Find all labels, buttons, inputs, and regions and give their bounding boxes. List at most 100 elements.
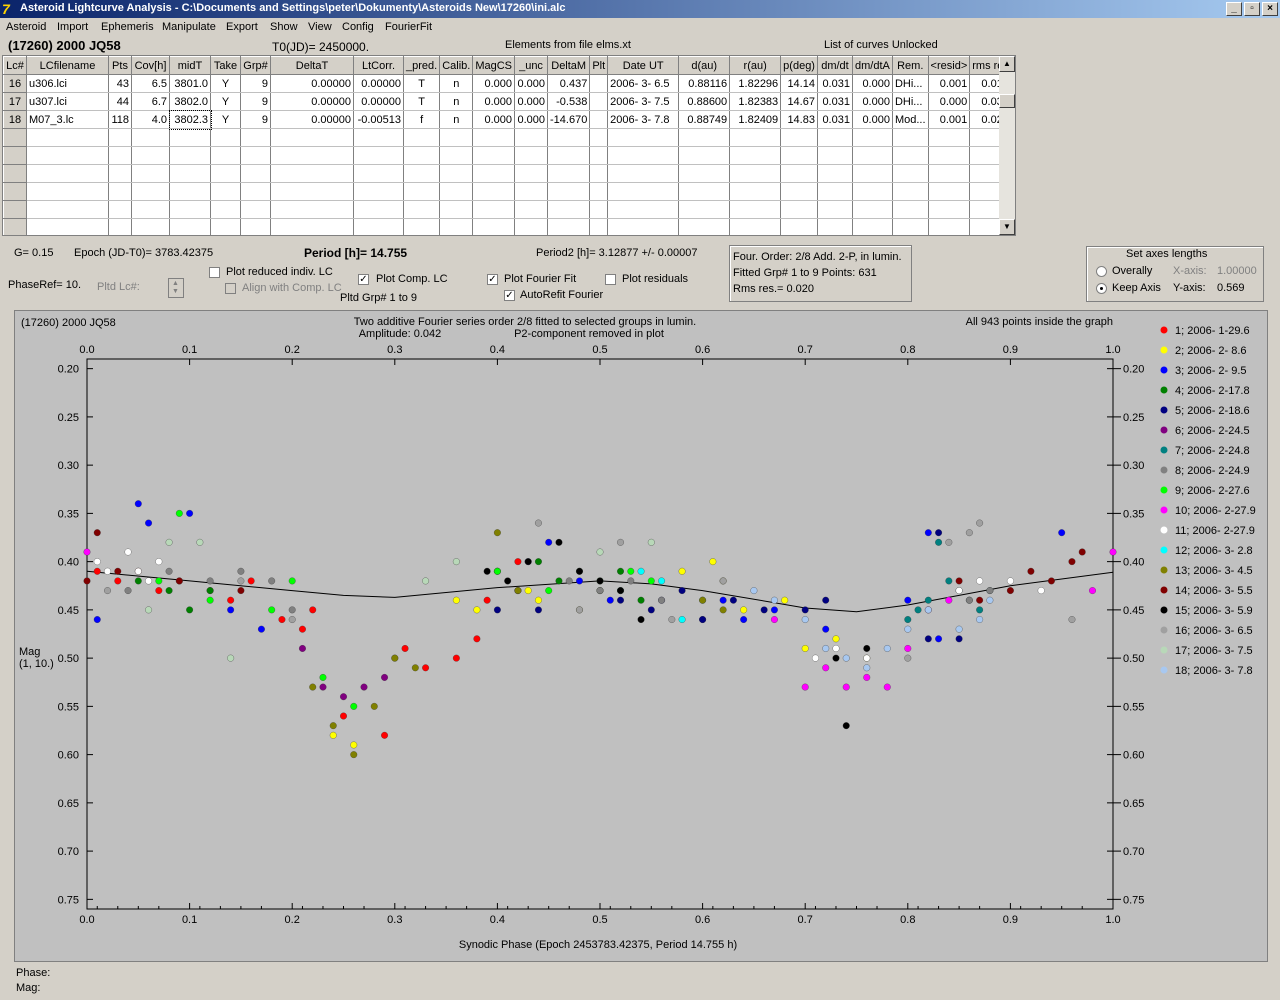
data-point[interactable] — [268, 577, 276, 585]
data-point[interactable] — [524, 587, 532, 595]
table-cell[interactable] — [403, 200, 441, 219]
table-cell[interactable] — [439, 146, 474, 165]
data-point[interactable] — [1068, 616, 1076, 623]
data-point[interactable] — [740, 606, 748, 614]
column-header[interactable]: Pts — [108, 56, 132, 75]
table-cell[interactable]: 0.00000 — [353, 92, 404, 111]
table-cell[interactable] — [353, 128, 404, 147]
data-point[interactable] — [965, 596, 973, 604]
data-point[interactable] — [288, 616, 296, 623]
table-cell[interactable]: 0.000 — [514, 74, 549, 93]
table-cell[interactable] — [26, 182, 109, 201]
data-point[interactable] — [483, 567, 491, 575]
table-cell[interactable]: 0.88116 — [678, 74, 731, 93]
column-header[interactable]: midT — [169, 56, 211, 75]
table-cell[interactable] — [678, 218, 731, 235]
table-cell[interactable]: 0.001 — [928, 110, 971, 129]
data-point[interactable] — [1068, 558, 1076, 566]
data-point[interactable] — [124, 587, 132, 595]
data-point[interactable] — [340, 693, 347, 701]
data-point[interactable] — [473, 606, 481, 614]
table-cell[interactable]: 0.88600 — [678, 92, 731, 111]
table-cell[interactable] — [472, 200, 516, 219]
data-point[interactable] — [935, 529, 943, 537]
table-cell[interactable] — [928, 182, 971, 201]
data-point[interactable] — [842, 722, 850, 730]
data-point[interactable] — [350, 702, 358, 710]
data-point[interactable] — [411, 664, 419, 672]
table-cell[interactable] — [108, 182, 132, 201]
table-cell[interactable]: 0.00000 — [270, 74, 354, 93]
data-point[interactable] — [350, 751, 358, 759]
data-point[interactable] — [175, 509, 183, 517]
data-point[interactable] — [924, 529, 932, 537]
data-point[interactable] — [493, 567, 501, 575]
lightcurve-plot[interactable]: (17260) 2000 JQ58 Two additive Fourier s… — [15, 311, 1267, 961]
table-row[interactable]: 18 M07_3.lc 118 4.0 3802.3 Y 9 0.00000 -0.00513 f… — [3, 109, 1012, 130]
table-cell[interactable]: 9 — [240, 74, 271, 93]
column-header[interactable]: Date UT — [607, 56, 680, 75]
data-point[interactable] — [678, 567, 686, 575]
table-cell[interactable] — [852, 200, 893, 219]
table-cell[interactable] — [547, 200, 591, 219]
table-cell[interactable] — [270, 200, 354, 219]
data-point[interactable] — [678, 616, 686, 623]
data-point[interactable] — [955, 577, 963, 585]
table-cell[interactable] — [514, 128, 549, 147]
data-point[interactable] — [473, 635, 481, 643]
scroll-down-icon[interactable]: ▼ — [999, 219, 1015, 235]
table-cell[interactable] — [514, 200, 549, 219]
data-point[interactable] — [719, 606, 727, 614]
data-point[interactable] — [863, 664, 871, 672]
table-cell[interactable] — [678, 200, 731, 219]
data-point[interactable] — [904, 625, 912, 633]
data-point[interactable] — [93, 567, 101, 575]
table-cell[interactable] — [852, 128, 893, 147]
grid-scrollbar[interactable]: ▲ ▼ — [999, 56, 1015, 235]
data-point[interactable] — [904, 616, 912, 623]
column-header[interactable]: d(au) — [678, 56, 731, 75]
table-cell[interactable] — [472, 128, 516, 147]
table-cell[interactable] — [439, 164, 474, 183]
row-number[interactable] — [3, 146, 27, 165]
data-point[interactable] — [617, 538, 624, 546]
row-number[interactable] — [3, 182, 27, 201]
data-point[interactable] — [576, 606, 583, 614]
table-cell[interactable]: 0.00000 — [353, 74, 404, 93]
table-cell[interactable] — [26, 146, 109, 165]
table-cell[interactable] — [169, 164, 211, 183]
table-cell[interactable] — [589, 164, 609, 183]
scroll-thumb[interactable] — [999, 94, 1015, 108]
row-number[interactable] — [3, 164, 27, 183]
table-row[interactable]: 17 u307.lci 44 6.7 3802.0 Y 9 0.00000 0.00000 Tn 0… — [3, 92, 1012, 111]
table-cell[interactable] — [729, 128, 782, 147]
table-cell[interactable]: u307.lci — [26, 92, 109, 111]
data-point[interactable] — [924, 596, 932, 604]
table-cell[interactable]: 0.437 — [547, 74, 591, 93]
table-cell[interactable] — [26, 164, 109, 183]
data-point[interactable] — [965, 529, 973, 537]
data-point[interactable] — [647, 577, 655, 585]
table-cell[interactable] — [472, 218, 516, 235]
data-point[interactable] — [812, 654, 819, 662]
table-cell[interactable]: 1.82296 — [729, 74, 782, 93]
data-point[interactable] — [1058, 529, 1066, 537]
table-cell[interactable]: 0.00000 — [270, 110, 354, 129]
data-point[interactable] — [381, 731, 388, 739]
data-point[interactable] — [740, 616, 748, 623]
data-point[interactable] — [227, 654, 235, 662]
table-cell[interactable] — [607, 200, 680, 219]
table-cell[interactable] — [892, 164, 929, 183]
data-point[interactable] — [699, 596, 707, 604]
table-cell[interactable] — [439, 218, 474, 235]
row-number[interactable]: 18 — [3, 110, 27, 129]
data-point[interactable] — [401, 645, 409, 652]
table-cell[interactable] — [817, 218, 853, 235]
table-cell[interactable] — [108, 200, 132, 219]
data-point[interactable] — [729, 596, 737, 604]
table-cell[interactable]: n — [439, 92, 474, 111]
table-cell[interactable] — [210, 182, 241, 201]
table-cell[interactable] — [210, 200, 241, 219]
column-header[interactable]: Take — [210, 56, 241, 75]
table-cell[interactable]: 2006- 3- 7.5 — [607, 92, 680, 111]
